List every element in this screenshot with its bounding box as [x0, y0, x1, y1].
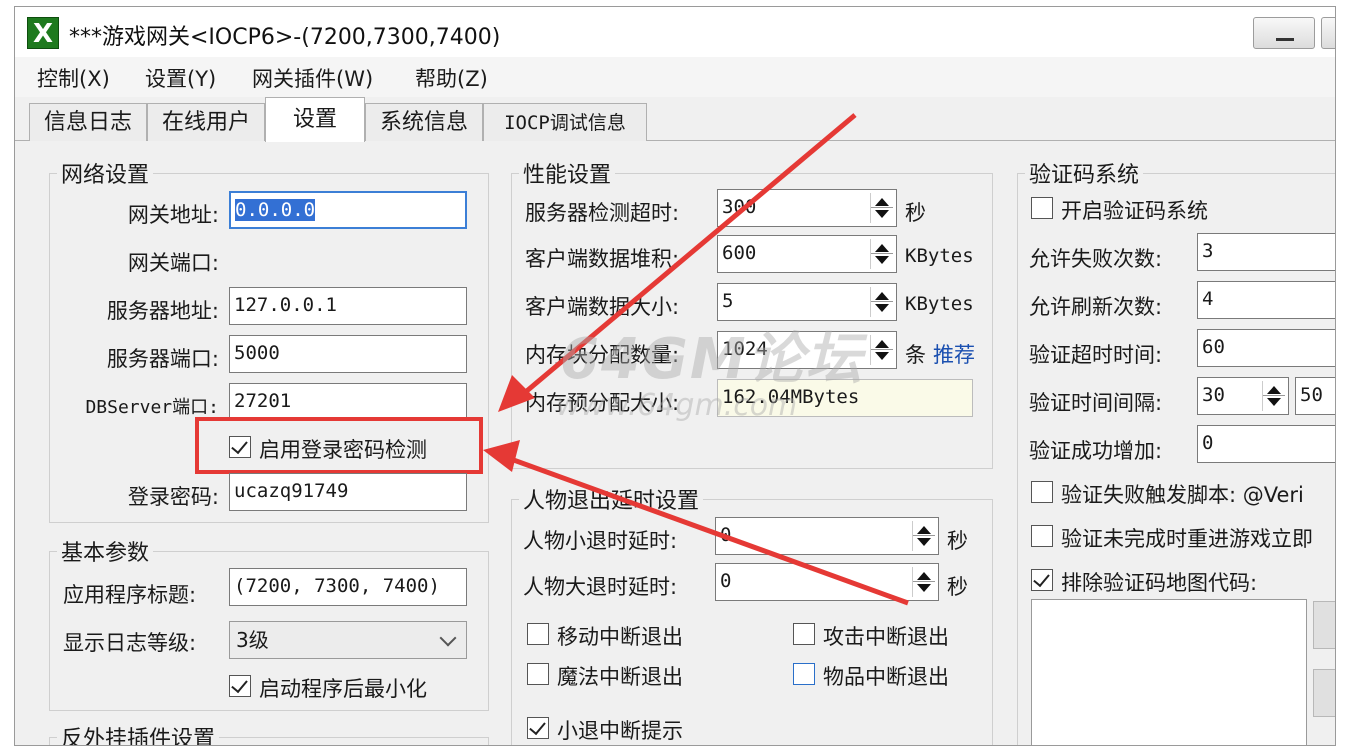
watermark: 64GM论坛 — [560, 327, 864, 392]
watermark-url: www.64gm.com — [556, 388, 798, 423]
arrow-head-bottom — [483, 440, 520, 472]
arrow-line-bottom — [507, 455, 909, 606]
arrow-head-top — [498, 375, 535, 412]
